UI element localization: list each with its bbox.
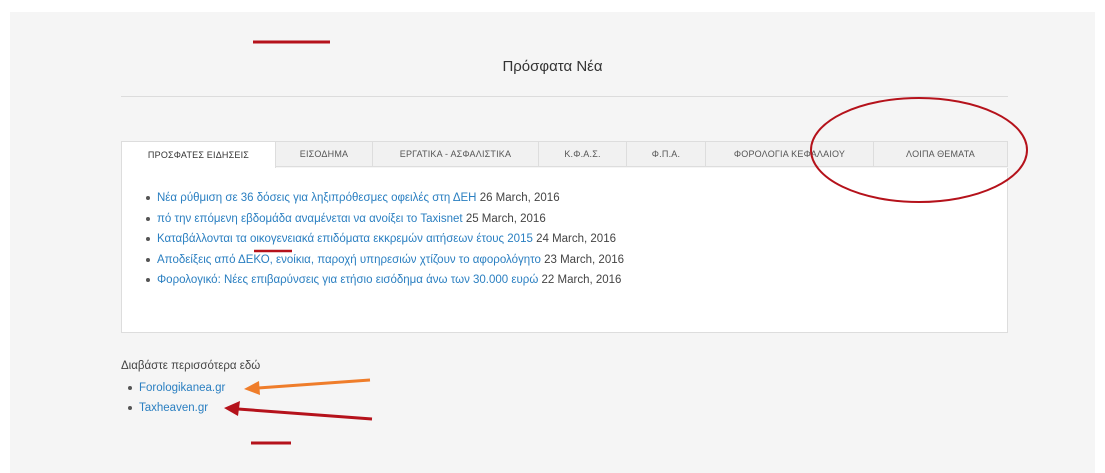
news-link[interactable]: Αποδείξεις από ΔΕΚΟ, ενοίκια, παροχή υπη… xyxy=(157,254,541,266)
title-divider xyxy=(121,96,1008,97)
page-title: Πρόσφατα Νέα xyxy=(502,58,603,75)
read-more-label: Διαβάστε περισσότερα εδώ xyxy=(121,360,261,372)
tab-panel: Νέα ρύθμιση σε 36 δόσεις για ληξιπρόθεσμ… xyxy=(121,168,1008,333)
taxheaven-link[interactable]: Taxheaven.gr xyxy=(139,402,208,414)
list-item: Taxheaven.gr xyxy=(128,398,225,418)
tab-vat[interactable]: Φ.Π.Α. xyxy=(627,141,706,167)
list-item: Νέα ρύθμιση σε 36 δόσεις για ληξιπρόθεσμ… xyxy=(146,188,624,209)
news-date: 22 March, 2016 xyxy=(541,274,622,286)
list-item: Forologikanea.gr xyxy=(128,378,225,398)
tab-capital-tax[interactable]: ΦΟΡΟΛΟΓΙΑ ΚΕΦΑΛΑΙΟΥ xyxy=(706,141,874,167)
category-tabs: ΠΡΟΣΦΑΤΕΣ ΕΙΔΗΣΕΙΣ ΕΙΣΟΔΗΜΑ ΕΡΓΑΤΙΚΑ - Α… xyxy=(121,141,1008,169)
list-item: πό την επόμενη εβδομάδα αναμένεται να αν… xyxy=(146,209,624,230)
list-item: Καταβάλλονται τα οικογενειακά επιδόματα … xyxy=(146,229,624,250)
tab-income[interactable]: ΕΙΣΟΔΗΜΑ xyxy=(276,141,373,167)
tab-labor-insurance[interactable]: ΕΡΓΑΤΙΚΑ - ΑΣΦΑΛΙΣΤΙΚΑ xyxy=(373,141,539,167)
tab-recent-news[interactable]: ΠΡΟΣΦΑΤΕΣ ΕΙΔΗΣΕΙΣ xyxy=(121,141,276,169)
list-item: Φορολογικό: Νέες επιβαρύνσεις για ετήσιο… xyxy=(146,270,624,291)
list-item: Αποδείξεις από ΔΕΚΟ, ενοίκια, παροχή υπη… xyxy=(146,250,624,271)
tab-other-topics[interactable]: ΛΟΙΠΑ ΘΕΜΑΤΑ xyxy=(874,141,1008,167)
news-date: 25 March, 2016 xyxy=(465,212,546,225)
news-date: 23 March, 2016 xyxy=(544,253,625,266)
news-link[interactable]: πό την επόμενη εβδομάδα αναμένεται να αν… xyxy=(157,213,463,225)
news-link[interactable]: Φορολογικό: Νέες επιβαρύνσεις για ετήσιο… xyxy=(157,274,538,286)
news-link[interactable]: Νέα ρύθμιση σε 36 δόσεις για ληξιπρόθεσμ… xyxy=(157,192,476,204)
forologikanea-link[interactable]: Forologikanea.gr xyxy=(139,382,225,394)
news-date: 24 March, 2016 xyxy=(536,233,616,245)
news-date: 26 March, 2016 xyxy=(479,192,560,204)
tab-kfas[interactable]: Κ.Φ.Α.Σ. xyxy=(539,141,627,167)
news-list: Νέα ρύθμιση σε 36 δόσεις για ληξιπρόθεσμ… xyxy=(146,188,624,291)
source-links: Forologikanea.gr Taxheaven.gr xyxy=(128,378,225,418)
news-link[interactable]: Καταβάλλονται τα οικογενειακά επιδόματα … xyxy=(157,233,533,245)
